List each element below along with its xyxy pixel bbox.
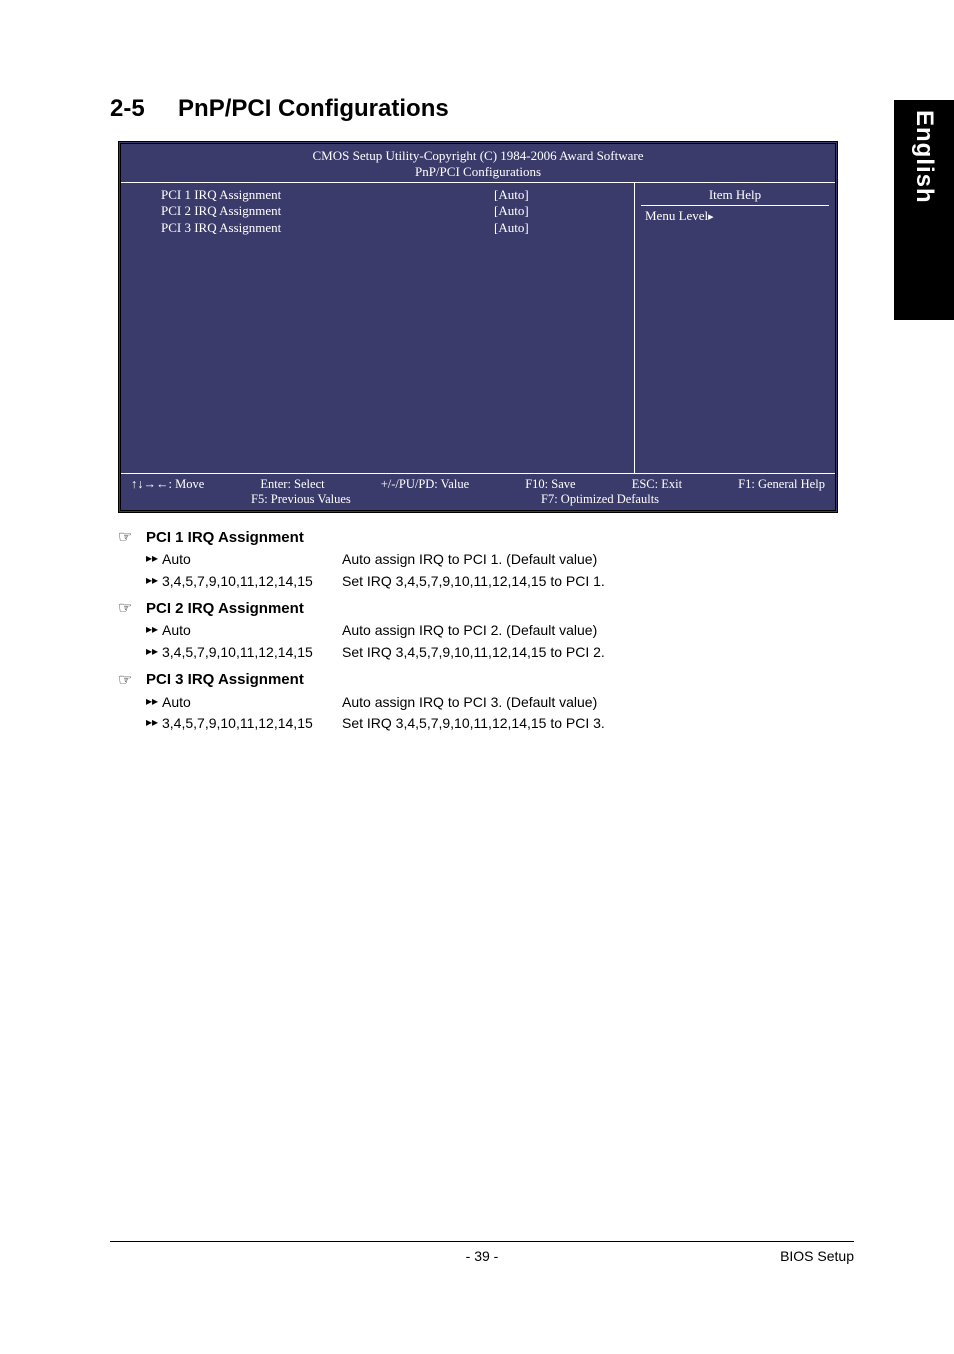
bios-row: PCI 2 IRQ Assignment [Auto]: [121, 203, 634, 219]
desc-row: ▸▸3,4,5,7,9,10,11,12,14,15 Set IRQ 3,4,5…: [118, 571, 854, 593]
hint-save: F10: Save: [525, 477, 575, 492]
option-desc: Auto assign IRQ to PCI 2. (Default value…: [342, 620, 597, 642]
section-number: 2-5: [110, 95, 145, 122]
option-name: Auto: [162, 549, 191, 571]
desc-row: ▸▸Auto Auto assign IRQ to PCI 1. (Defaul…: [118, 549, 854, 571]
option-desc: Auto assign IRQ to PCI 1. (Default value…: [342, 549, 597, 571]
section-title: 2-5 PnP/PCI Configurations: [110, 95, 854, 123]
bullet-icon: ▸▸: [146, 642, 162, 664]
bullet-icon: ▸▸: [146, 620, 162, 642]
desc-row: ▸▸3,4,5,7,9,10,11,12,14,15 Set IRQ 3,4,5…: [118, 642, 854, 664]
hint-value: +/-/PU/PD: Value: [381, 477, 469, 492]
setting-value: [Auto]: [494, 220, 624, 236]
hint-move: ↑↓→←: Move: [131, 477, 204, 492]
bios-row: PCI 3 IRQ Assignment [Auto]: [121, 220, 634, 236]
option-desc: Set IRQ 3,4,5,7,9,10,11,12,14,15 to PCI …: [342, 571, 605, 593]
desc-row: ▸▸Auto Auto assign IRQ to PCI 2. (Defaul…: [118, 620, 854, 642]
bios-footer: ↑↓→←: Move Enter: Select +/-/PU/PD: Valu…: [121, 473, 835, 510]
hint-defaults: F7: Optimized Defaults: [541, 492, 659, 507]
hand-icon: ☞: [118, 670, 146, 690]
setting-value: [Auto]: [494, 187, 624, 203]
option-desc: Set IRQ 3,4,5,7,9,10,11,12,14,15 to PCI …: [342, 642, 605, 664]
desc-title: PCI 1 IRQ Assignment: [146, 529, 304, 546]
footer-section: BIOS Setup: [780, 1248, 854, 1264]
bullet-icon: ▸▸: [146, 713, 162, 735]
setting-label: PCI 2 IRQ Assignment: [161, 203, 494, 219]
descriptions: ☞ PCI 1 IRQ Assignment ▸▸Auto Auto assig…: [118, 527, 854, 735]
bullet-icon: ▸▸: [146, 692, 162, 714]
desc-title: PCI 3 IRQ Assignment: [146, 671, 304, 688]
desc-heading: ☞ PCI 1 IRQ Assignment: [118, 527, 854, 547]
option-desc: Set IRQ 3,4,5,7,9,10,11,12,14,15 to PCI …: [342, 713, 605, 735]
bios-help-panel: Item Help Menu Level▸: [635, 183, 835, 473]
section-heading: PnP/PCI Configurations: [178, 95, 449, 122]
option-name: Auto: [162, 692, 191, 714]
hand-icon: ☞: [118, 527, 146, 547]
language-tab: English: [894, 100, 954, 320]
option-name: 3,4,5,7,9,10,11,12,14,15: [162, 571, 313, 593]
option-name: Auto: [162, 620, 191, 642]
bios-title: CMOS Setup Utility-Copyright (C) 1984-20…: [121, 144, 835, 183]
arrow-icon: ▸: [708, 211, 714, 223]
menu-level: Menu Level▸: [641, 206, 829, 224]
hand-icon: ☞: [118, 598, 146, 618]
page-footer: - 39 - BIOS Setup: [110, 1241, 854, 1264]
bullet-icon: ▸▸: [146, 571, 162, 593]
bios-title-line1: CMOS Setup Utility-Copyright (C) 1984-20…: [121, 148, 835, 164]
bios-screen: CMOS Setup Utility-Copyright (C) 1984-20…: [118, 141, 838, 513]
setting-value: [Auto]: [494, 203, 624, 219]
menu-level-text: Menu Level: [645, 208, 708, 223]
hint-help: F1: General Help: [738, 477, 825, 492]
hint-exit: ESC: Exit: [632, 477, 682, 492]
bios-title-line2: PnP/PCI Configurations: [121, 164, 835, 182]
desc-row: ▸▸Auto Auto assign IRQ to PCI 3. (Defaul…: [118, 692, 854, 714]
bullet-icon: ▸▸: [146, 549, 162, 571]
bios-settings-panel: PCI 1 IRQ Assignment [Auto] PCI 2 IRQ As…: [121, 183, 635, 473]
bios-row: PCI 1 IRQ Assignment [Auto]: [121, 187, 634, 203]
option-name: 3,4,5,7,9,10,11,12,14,15: [162, 713, 313, 735]
setting-label: PCI 3 IRQ Assignment: [161, 220, 494, 236]
desc-heading: ☞ PCI 2 IRQ Assignment: [118, 598, 854, 618]
desc-row: ▸▸3,4,5,7,9,10,11,12,14,15 Set IRQ 3,4,5…: [118, 713, 854, 735]
item-help-title: Item Help: [641, 187, 829, 206]
desc-title: PCI 2 IRQ Assignment: [146, 600, 304, 617]
option-desc: Auto assign IRQ to PCI 3. (Default value…: [342, 692, 597, 714]
page-number: - 39 -: [466, 1248, 499, 1264]
desc-heading: ☞ PCI 3 IRQ Assignment: [118, 670, 854, 690]
option-name: 3,4,5,7,9,10,11,12,14,15: [162, 642, 313, 664]
hint-enter: Enter: Select: [260, 477, 324, 492]
setting-label: PCI 1 IRQ Assignment: [161, 187, 494, 203]
hint-previous: F5: Previous Values: [251, 492, 541, 507]
